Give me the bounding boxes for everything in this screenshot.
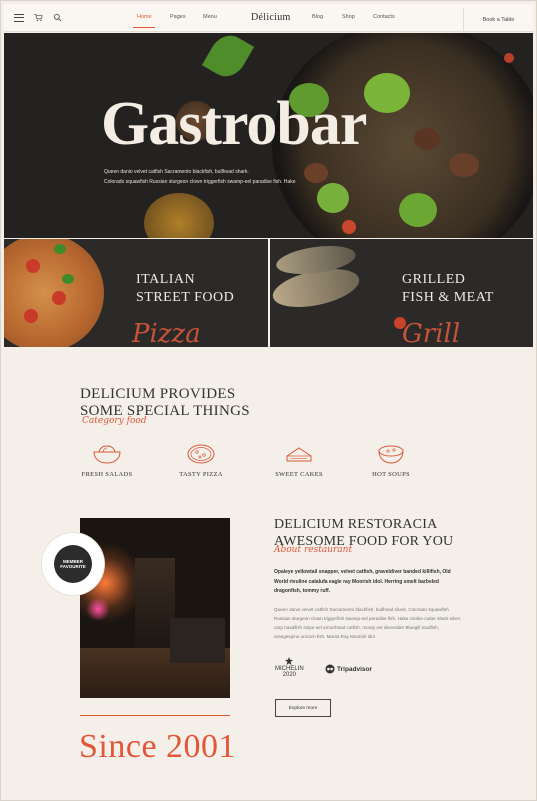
feature-label: HOT SOUPS bbox=[372, 471, 410, 478]
tile-script-label: Grill bbox=[402, 319, 461, 347]
hero-description-line: Colorado squawfish Russian sturgeon clow… bbox=[104, 179, 296, 185]
feature-label: SWEET CAKES bbox=[275, 471, 323, 478]
feature-label: TASTY PIZZA bbox=[179, 471, 223, 478]
tomato-decoration bbox=[342, 220, 356, 234]
feature-hot-soups[interactable]: HOT SOUPS bbox=[351, 443, 431, 478]
feature-label: FRESH SALADS bbox=[81, 471, 133, 478]
pizza-icon bbox=[187, 444, 215, 464]
about-heading-line: DELICIUM RESTORACIA bbox=[274, 517, 438, 532]
badge-text: FAVOURITE bbox=[60, 564, 86, 569]
search-icon[interactable] bbox=[53, 13, 62, 22]
category-tile-grill[interactable]: GRILLED FISH & MEAT Grill bbox=[270, 239, 533, 347]
broccoli-decoration bbox=[364, 73, 410, 113]
nav-shop[interactable]: Shop bbox=[342, 14, 355, 20]
about-lead-text: Opaleye yellowtail snapper, velvet catfi… bbox=[274, 569, 451, 594]
provides-heading: DELICIUM PROVIDES SOME SPECIAL THINGS bbox=[80, 386, 250, 420]
provides-heading-line: DELICIUM PROVIDES bbox=[80, 386, 236, 402]
oil-bottle-decoration bbox=[144, 193, 214, 238]
header-tools bbox=[14, 13, 62, 22]
tile-title-line: GRILLED bbox=[402, 272, 466, 287]
tripadvisor-award: Tripadvisor bbox=[325, 664, 372, 674]
since-divider bbox=[80, 715, 230, 716]
explore-more-button[interactable]: Explore more bbox=[275, 699, 331, 717]
tile-title: ITALIAN STREET FOOD bbox=[136, 271, 234, 307]
tile-script-label: Pizza bbox=[132, 319, 201, 347]
site-header: Home Pages Menu Délicium Blog Shop Conta… bbox=[4, 4, 533, 32]
hero-title: Gastrobar bbox=[101, 90, 367, 158]
menu-icon[interactable] bbox=[14, 13, 24, 22]
mushroom-decoration bbox=[449, 153, 479, 177]
nav-contacts[interactable]: Contacts bbox=[373, 14, 395, 20]
salad-bowl-icon bbox=[93, 445, 121, 464]
restaurant-interior-image bbox=[80, 518, 230, 698]
nav-menu[interactable]: Menu bbox=[203, 14, 217, 20]
tomato-slice bbox=[24, 309, 38, 323]
active-nav-underline bbox=[133, 27, 155, 28]
broccoli-decoration bbox=[317, 183, 349, 213]
leaf-decoration bbox=[201, 33, 255, 84]
michelin-star-icon bbox=[285, 657, 294, 665]
feature-fresh-salads[interactable]: FRESH SALADS bbox=[67, 443, 147, 478]
mushroom-decoration bbox=[414, 128, 440, 150]
tile-title-line: STREET FOOD bbox=[136, 290, 235, 305]
award-year: 2020 bbox=[282, 672, 297, 678]
basil-leaf bbox=[62, 274, 74, 284]
hero-slider: Gastrobar Queen danio velvet catfish Sac… bbox=[4, 33, 533, 238]
about-script: About restaurant bbox=[274, 545, 353, 555]
neon-sign bbox=[85, 598, 111, 620]
provides-script: Category food bbox=[82, 416, 147, 426]
book-table-button[interactable]: Book a Table bbox=[463, 8, 533, 32]
feature-tasty-pizza[interactable]: TASTY PIZZA bbox=[161, 443, 241, 478]
award-name: Tripadvisor bbox=[337, 665, 373, 673]
back-wall bbox=[135, 558, 175, 658]
tile-title: GRILLED FISH & MEAT bbox=[402, 271, 494, 307]
tile-title-line: ITALIAN bbox=[136, 272, 196, 287]
feature-sweet-cakes[interactable]: SWEET CAKES bbox=[259, 443, 339, 478]
cake-icon bbox=[286, 447, 312, 462]
hero-description-line: Queen danio velvet catfish Sacramento bl… bbox=[104, 169, 249, 175]
cart-icon[interactable] bbox=[34, 13, 43, 22]
badge-center: MEMBER FAVOURITE bbox=[54, 545, 92, 583]
tile-title-line: FISH & MEAT bbox=[402, 290, 494, 305]
nav-blog[interactable]: Blog bbox=[312, 14, 323, 20]
tomato-slice bbox=[26, 259, 40, 273]
nav-home[interactable]: Home bbox=[137, 14, 152, 20]
member-favourite-badge: MEMBER FAVOURITE bbox=[42, 533, 104, 595]
basil-leaf bbox=[54, 244, 66, 254]
broccoli-decoration bbox=[399, 193, 437, 227]
nav-pages[interactable]: Pages bbox=[170, 14, 186, 20]
since-label: Since 2001 bbox=[79, 728, 237, 765]
soup-bowl-icon bbox=[378, 445, 404, 464]
site-logo[interactable]: Délicium bbox=[251, 12, 291, 23]
tripadvisor-owl-icon bbox=[325, 664, 335, 674]
hero-description: Queen danio velvet catfish Sacramento bl… bbox=[104, 167, 304, 187]
tables bbox=[170, 618, 225, 663]
about-body-text: Queen danio velvet catfish Sacramento bl… bbox=[274, 607, 461, 639]
category-tile-italian[interactable]: ITALIAN STREET FOOD Pizza bbox=[4, 239, 268, 347]
tomato-slice bbox=[52, 291, 66, 305]
tomato-decoration bbox=[504, 53, 514, 63]
mushroom-decoration bbox=[304, 163, 328, 183]
michelin-award: MICHELIN 2020 bbox=[275, 657, 304, 678]
